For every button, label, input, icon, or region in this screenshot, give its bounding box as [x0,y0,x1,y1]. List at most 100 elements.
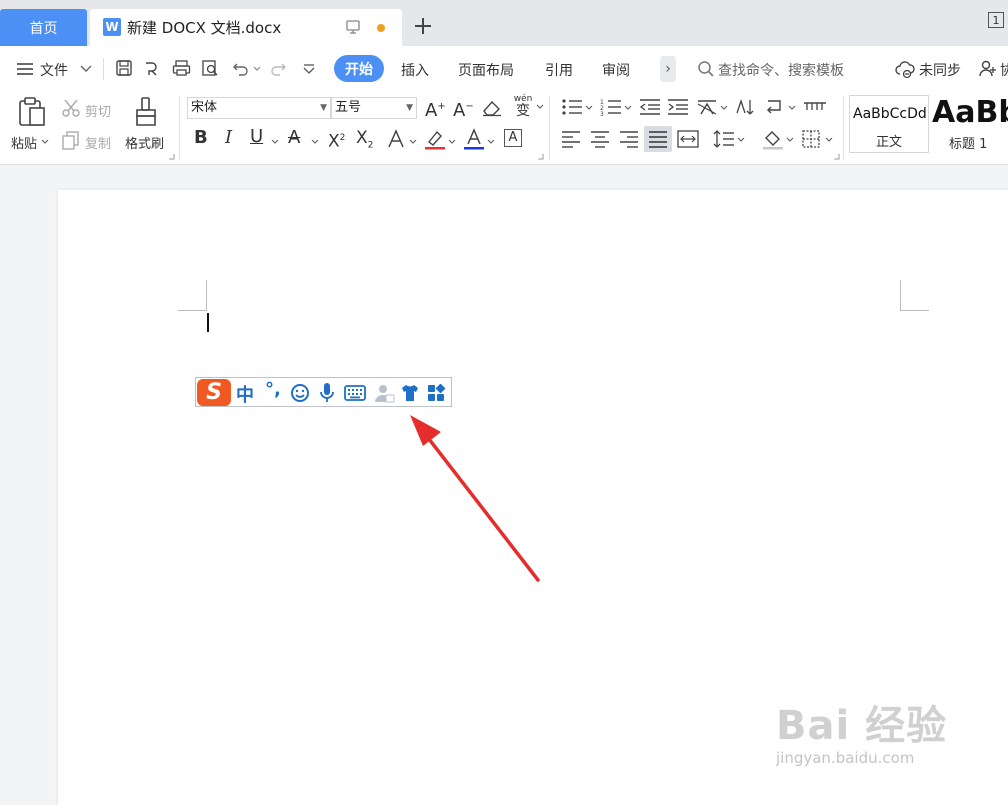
group-launcher-icon[interactable] [169,154,175,160]
tab-insert[interactable]: 插入 [401,60,429,80]
cloud-sync-icon[interactable] [894,59,916,79]
chevron-down-icon[interactable] [788,105,796,111]
tab-document[interactable]: W 新建 DOCX 文档.docx [90,9,402,46]
bullet-list-icon[interactable] [561,98,583,116]
customize-toolbar-icon[interactable] [302,62,316,76]
group-launcher-icon[interactable] [538,154,544,160]
window-count-badge[interactable]: 1 [988,12,1004,28]
chevron-down-icon[interactable] [825,137,833,143]
distributed-align-icon[interactable] [677,130,699,148]
sogou-ime-toolbar[interactable]: S 中 °, [195,377,452,407]
chevron-down-icon[interactable] [737,137,745,143]
strikethrough-icon[interactable]: A [288,128,300,148]
underline-icon[interactable]: U [250,127,263,147]
bold-icon[interactable]: B [194,128,208,148]
output-pdf-icon[interactable] [143,59,161,77]
ime-punctuation-toggle[interactable]: °, [265,379,281,400]
chevron-down-icon[interactable] [409,139,417,145]
style-normal[interactable]: AaBbCcDd 正文 [849,95,929,153]
sogou-logo-icon[interactable]: S [197,379,231,406]
font-size-select[interactable]: 五号 ▼ [331,97,417,119]
tab-page-layout[interactable]: 页面布局 [458,60,514,80]
style-preview: AaBb [932,95,1008,130]
paste-clipboard-icon[interactable] [17,96,47,128]
sort-icon[interactable] [735,97,755,117]
highlight-pen-icon[interactable] [424,128,446,150]
align-center-icon[interactable] [590,130,610,148]
copy-button[interactable]: 复制 [85,133,111,152]
chevron-down-icon[interactable] [253,66,261,72]
cut-button[interactable]: 剪切 [85,101,111,120]
pinyin-guide-icon[interactable]: wén 变 [510,94,536,118]
style-heading-1[interactable]: AaBb 标题 1 [930,95,1008,153]
ime-chinese-mode-toggle[interactable]: 中 [236,381,254,407]
tab-stops-ruler-icon[interactable] [803,98,827,116]
format-painter-button[interactable]: 格式刷 [125,133,164,152]
paste-button[interactable]: 粘贴 [11,133,37,152]
chevron-down-icon: ▼ [406,103,413,113]
sync-status[interactable]: 未同步 [919,60,961,80]
chevron-down-icon[interactable] [80,64,92,74]
text-effect-icon[interactable] [385,129,407,149]
menu-file[interactable]: 文件 [40,60,68,80]
chevron-down-icon[interactable] [487,139,495,145]
collaborate-label[interactable]: 协 [1000,60,1008,80]
clear-formatting-eraser-icon[interactable] [481,99,503,117]
align-right-icon[interactable] [619,130,639,148]
chevron-down-icon[interactable] [624,105,632,111]
superscript-icon[interactable]: X2 [328,128,345,152]
tab-review[interactable]: 审阅 [602,60,630,80]
hamburger-menu-icon[interactable] [16,61,34,77]
copy-icon[interactable] [61,130,81,150]
chevron-down-icon[interactable] [720,105,728,111]
chinese-layout-icon[interactable] [696,98,718,116]
show-hide-marks-icon[interactable] [764,98,786,116]
monitor-icon[interactable] [345,19,361,35]
borders-icon[interactable] [801,129,821,149]
justify-button[interactable] [644,126,672,152]
chevron-down-icon[interactable] [271,139,279,145]
print-preview-icon[interactable] [201,59,220,77]
tab-start[interactable]: 开始 [334,55,384,82]
print-icon[interactable] [172,59,191,77]
line-spacing-icon[interactable] [713,129,735,149]
save-icon[interactable] [115,59,133,77]
redo-icon[interactable] [269,60,287,76]
chevron-down-icon[interactable] [786,137,794,143]
group-launcher-icon[interactable] [834,154,840,160]
align-left-icon[interactable] [561,130,581,148]
microphone-icon[interactable] [318,382,336,404]
chevron-down-icon[interactable] [585,105,593,111]
font-color-icon[interactable] [463,128,485,150]
tab-references[interactable]: 引用 [545,60,573,80]
command-search-input[interactable]: 查找命令、搜索模板 [718,60,844,80]
increase-indent-icon[interactable] [667,98,689,116]
more-tabs-chevron-right-icon[interactable]: › [660,56,676,82]
chevron-down-icon[interactable] [448,139,456,145]
undo-icon[interactable] [232,60,250,76]
shading-fill-bucket-icon[interactable] [762,128,784,150]
numbered-list-icon[interactable]: 123 [600,98,622,116]
decrease-indent-icon[interactable] [639,98,661,116]
skin-tshirt-icon[interactable] [400,383,420,403]
user-account-icon[interactable] [373,383,395,403]
italic-icon[interactable]: I [225,128,232,148]
tab-home[interactable]: 首页 [0,9,87,46]
divider [179,96,180,160]
chevron-down-icon[interactable] [536,104,544,110]
subscript-icon[interactable]: X2 [356,128,373,155]
keyboard-icon[interactable] [344,385,366,401]
decrease-font-size-icon[interactable]: A− [453,97,474,121]
chevron-down-icon[interactable] [311,139,319,145]
scissors-icon[interactable] [61,98,81,118]
format-painter-brush-icon[interactable] [133,96,159,128]
character-border-icon[interactable]: A [504,129,522,147]
increase-font-size-icon[interactable]: A+ [425,97,446,121]
chevron-down-icon[interactable] [41,139,49,145]
font-name-select[interactable]: 宋体 ▼ [187,97,331,119]
new-tab-plus-icon[interactable] [410,13,436,39]
search-icon[interactable] [697,60,715,78]
collaborate-user-icon[interactable] [978,59,998,79]
toolbox-grid-icon[interactable] [427,384,445,402]
emoji-smiley-icon[interactable] [290,383,310,403]
